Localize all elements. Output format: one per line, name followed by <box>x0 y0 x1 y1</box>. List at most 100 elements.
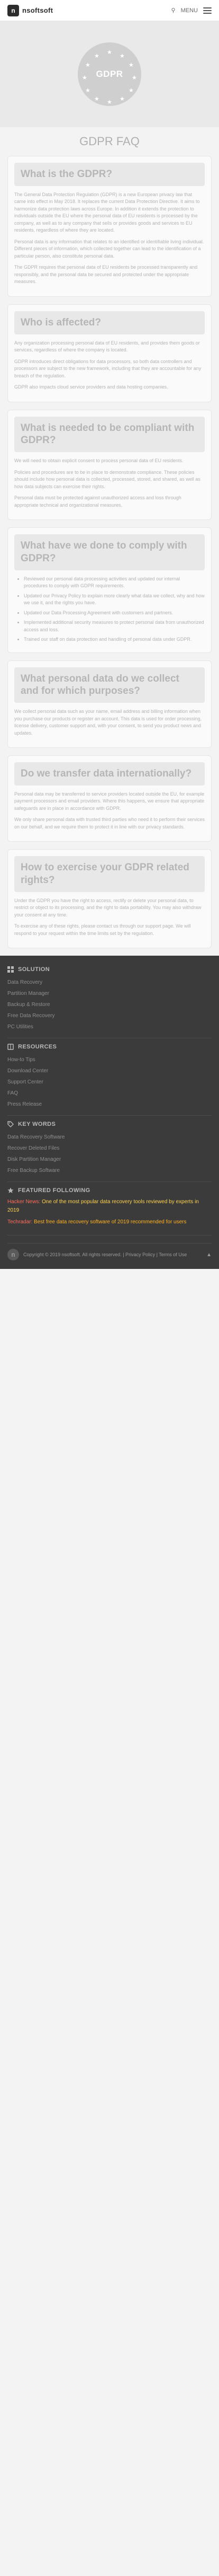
footer-link[interactable]: Download Center <box>7 1065 212 1077</box>
faq-paragraph: The GDPR requires that personal data of … <box>14 264 198 285</box>
hero-banner: ★ ★ ★ ★ ★ ★ ★ ★ ★ ★ ★ ★ GDPR <box>0 21 219 127</box>
faq-question[interactable]: Who is affected? <box>14 311 205 334</box>
footer-section-solution: SOLUTION Data Recovery Partition Manager… <box>7 961 212 1039</box>
footer-heading[interactable]: SOLUTION <box>7 966 212 973</box>
faq-paragraph: Personal data is any information that re… <box>14 239 204 259</box>
faq-bullet: Implemented additional security measures… <box>24 619 205 633</box>
footer-heading-label: KEY WORDS <box>18 1121 56 1128</box>
featured-link[interactable]: Techradar: Best free data recovery softw… <box>7 1218 212 1227</box>
star-icon: ★ <box>132 75 137 81</box>
footer-link[interactable]: Backup & Restore <box>7 999 212 1010</box>
page-title: GDPR FAQ <box>79 135 140 148</box>
footer-link[interactable]: Data Recovery <box>7 977 212 988</box>
gdpr-badge: ★ ★ ★ ★ ★ ★ ★ ★ ★ ★ ★ ★ GDPR <box>78 42 141 106</box>
faq-item: What is the GDPR? The General Data Prote… <box>7 156 212 297</box>
hamburger-icon[interactable] <box>203 7 212 14</box>
footer-section-featured: FEATURED FOLLOWING Hacker News: One of t… <box>7 1182 212 1236</box>
footer-link[interactable]: PC Utilities <box>7 1021 212 1033</box>
footer-link[interactable]: Disk Partition Manager <box>7 1154 212 1165</box>
footer-link[interactable]: Partition Manager <box>7 988 212 999</box>
featured-text: Best free data recovery software of 2019… <box>32 1219 187 1225</box>
faq-question[interactable]: Do we transfer data internationally? <box>14 762 205 786</box>
star-icon: ★ <box>107 49 112 56</box>
search-icon[interactable]: ⚲ <box>171 7 176 14</box>
faq-question[interactable]: What personal data do we collect and for… <box>14 667 205 703</box>
faq-answer: We will need to obtain explicit consent … <box>14 457 205 509</box>
footer-link[interactable]: Data Recovery Software <box>7 1132 212 1143</box>
footer-heading[interactable]: KEY WORDS <box>7 1121 212 1127</box>
footer-heading-label: SOLUTION <box>18 966 50 973</box>
star-icon: ★ <box>94 96 99 102</box>
faq-answer: Under the GDPR you have the right to acc… <box>14 897 205 938</box>
footer-section-resources: RESOURCES How-to Tips Download Center Su… <box>7 1038 212 1116</box>
footer-link[interactable]: Free Backup Software <box>7 1165 212 1176</box>
faq-paragraph: GDPR also impacts cloud service provider… <box>14 384 168 390</box>
faq-item: What have we done to comply with GDPR? R… <box>7 527 212 653</box>
faq-paragraph: We collect personal data such as your na… <box>14 709 202 736</box>
faq-bullet: Trained our staff on data protection and… <box>24 636 205 643</box>
copyright-bar: n Copyright © 2019 nsoftsoft. All rights… <box>7 1243 212 1261</box>
faq-list: What is the GDPR? The General Data Prote… <box>0 156 219 949</box>
badge-text: GDPR <box>96 69 123 79</box>
top-nav: ⚲ MENU <box>171 7 212 14</box>
faq-question[interactable]: What is the GDPR? <box>14 163 205 186</box>
star-icon: ★ <box>82 75 87 81</box>
footer-heading[interactable]: FEATURED FOLLOWING <box>7 1187 212 1194</box>
star-icon: ★ <box>129 87 134 94</box>
faq-paragraph: Personal data may be transferred to serv… <box>14 791 205 811</box>
featured-link[interactable]: Hacker News: One of the most popular dat… <box>7 1198 212 1215</box>
back-to-top-icon[interactable]: ▲ <box>206 1252 212 1258</box>
footer-heading[interactable]: RESOURCES <box>7 1044 212 1050</box>
faq-paragraph: GDPR introduces direct obligations for d… <box>14 358 202 378</box>
footer-link[interactable]: How-to Tips <box>7 1054 212 1065</box>
faq-bullet: Updated our Data Processing Agreement wi… <box>24 610 205 617</box>
faq-paragraph: Under the GDPR you have the right to acc… <box>14 897 202 918</box>
star-icon: ★ <box>129 62 134 68</box>
logo-icon: n <box>7 1249 19 1261</box>
star-icon: ★ <box>85 87 90 94</box>
faq-bullet: Reviewed our personal data processing ac… <box>24 576 205 590</box>
featured-source: Techradar: <box>7 1219 33 1225</box>
footer-link[interactable]: Support Center <box>7 1077 212 1088</box>
star-icon: ★ <box>107 99 112 105</box>
footer-link[interactable]: FAQ <box>7 1088 212 1099</box>
footer-section-keywords: KEY WORDS Data Recovery Software Recover… <box>7 1116 212 1183</box>
star-icon: ★ <box>85 62 90 68</box>
logo[interactable]: n nsoftsoft <box>7 4 53 16</box>
footer-heading-label: RESOURCES <box>18 1044 57 1051</box>
menu-label[interactable]: MENU <box>181 7 198 14</box>
faq-paragraph: We will need to obtain explicit consent … <box>14 458 184 463</box>
faq-item: How to exercise your GDPR related rights… <box>7 849 212 949</box>
faq-paragraph: Any organization processing personal dat… <box>14 340 200 353</box>
logo-mark: n <box>7 4 19 16</box>
footer-link[interactable]: Press Release <box>7 1099 212 1110</box>
tag-icon <box>7 1121 14 1128</box>
star-icon: ★ <box>120 96 125 102</box>
faq-bullet: Updated our Privacy Policy to explain mo… <box>24 593 205 607</box>
faq-answer: Personal data may be transferred to serv… <box>14 791 205 831</box>
grid-icon <box>7 966 14 973</box>
faq-paragraph: The General Data Protection Regulation (… <box>14 191 200 233</box>
footer-link[interactable]: Free Data Recovery <box>7 1010 212 1021</box>
star-icon: ★ <box>120 53 125 59</box>
faq-question[interactable]: What have we done to comply with GDPR? <box>14 534 205 570</box>
faq-question[interactable]: What is needed to be compliant with GDPR… <box>14 416 205 452</box>
faq-paragraph: We only share personal data with trusted… <box>14 817 205 830</box>
faq-question[interactable]: How to exercise your GDPR related rights… <box>14 856 205 892</box>
logo-text: nsoftsoft <box>22 6 53 14</box>
faq-answer: Any organization processing personal dat… <box>14 340 205 391</box>
copyright-text: Copyright © 2019 nsoftsoft. All rights r… <box>23 1251 187 1257</box>
site-footer: SOLUTION Data Recovery Partition Manager… <box>0 956 219 1269</box>
faq-bullet-list: Reviewed our personal data processing ac… <box>24 576 205 643</box>
faq-answer: We collect personal data such as your na… <box>14 708 205 737</box>
faq-answer: The General Data Protection Regulation (… <box>14 191 205 286</box>
featured-source: Hacker News: <box>7 1199 41 1205</box>
faq-answer: Reviewed our personal data processing ac… <box>14 576 205 643</box>
footer-link[interactable]: Recover Deleted Files <box>7 1143 212 1154</box>
book-icon <box>7 1044 14 1050</box>
faq-paragraph: Personal data must be protected against … <box>14 495 181 508</box>
faq-item: Do we transfer data internationally? Per… <box>7 755 212 842</box>
faq-item: What personal data do we collect and for… <box>7 660 212 748</box>
star-icon <box>7 1187 14 1194</box>
faq-item: What is needed to be compliant with GDPR… <box>7 409 212 520</box>
